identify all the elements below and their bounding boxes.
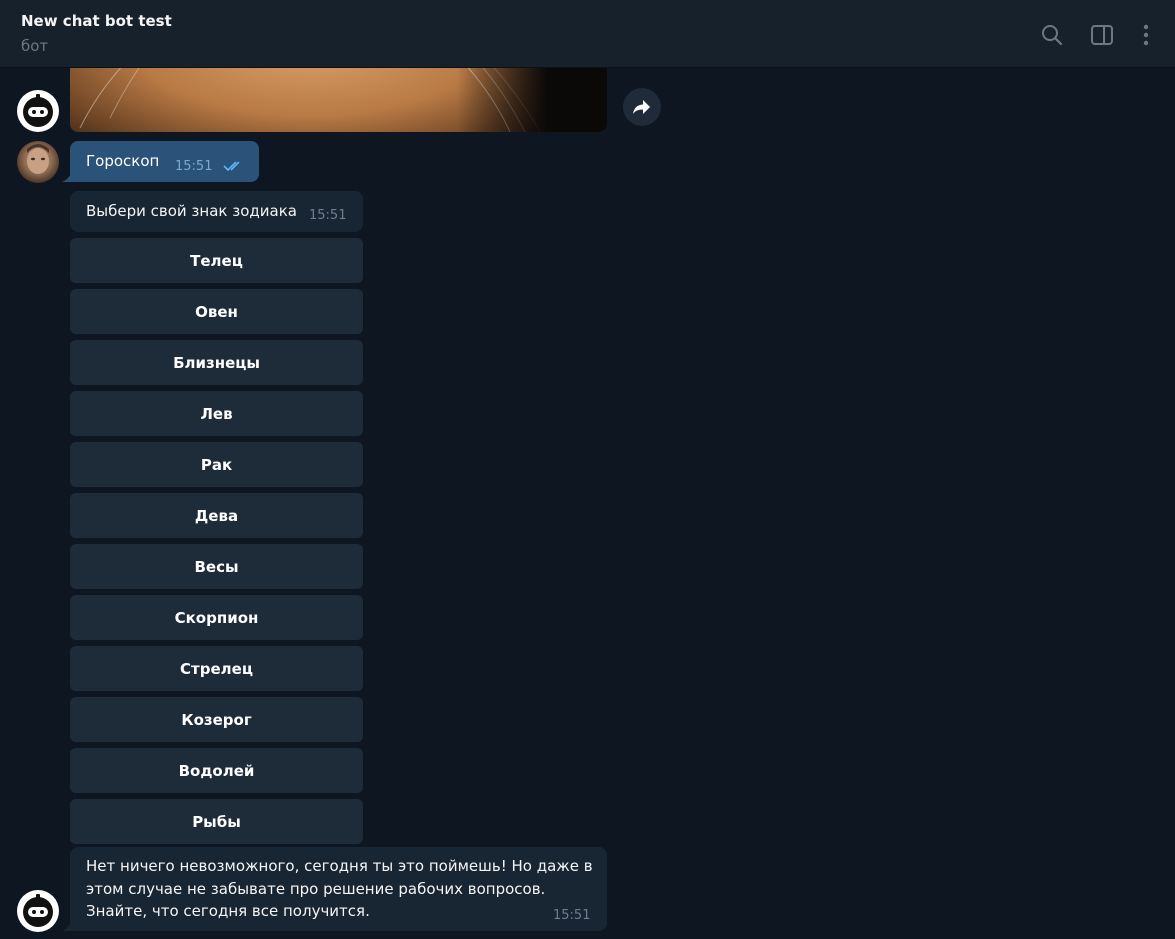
zodiac-button-taurus[interactable]: Телец [70,238,363,283]
chat-status: бот [21,37,49,55]
sidebar-toggle-icon[interactable] [1089,22,1115,48]
zodiac-button-pisces[interactable]: Рыбы [70,799,363,844]
zodiac-button-leo[interactable]: Лев [70,391,363,436]
more-vertical-icon[interactable] [1133,22,1159,48]
zodiac-button-aries[interactable]: Овен [70,289,363,334]
chat-messages[interactable]: Гороскоп 15:51 Выбери свой знак зодиака … [0,68,1175,939]
reply-line-1: Нет ничего невозможного, сегодня ты это … [86,857,593,875]
zodiac-button-gemini[interactable]: Близнецы [70,340,363,385]
reply-line-3: Знайте, что сегодня все получится. [86,902,370,920]
message-time: 15:51 [309,208,347,223]
zodiac-button-virgo[interactable]: Дева [70,493,363,538]
outgoing-message[interactable]: Гороскоп 15:51 [62,141,259,182]
zodiac-button-libra[interactable]: Весы [70,544,363,589]
double-check-icon [223,161,240,172]
message-time: 15:51 [175,159,213,174]
cat-photo[interactable] [70,68,607,132]
incoming-message-prompt[interactable]: Выбери свой знак зодиака 15:51 [70,191,363,232]
message-text: Выбери свой знак зодиака [86,202,297,220]
zodiac-button-sagittarius[interactable]: Стрелец [70,646,363,691]
zodiac-button-cancer[interactable]: Рак [70,442,363,487]
message-time: 15:51 [553,908,591,923]
user-avatar[interactable] [17,141,59,183]
search-icon[interactable] [1039,22,1065,48]
chat-title[interactable]: New chat bot test [21,12,172,30]
zodiac-button-capricorn[interactable]: Козерог [70,697,363,742]
zodiac-button-scorpio[interactable]: Скорпион [70,595,363,640]
zodiac-button-aquarius[interactable]: Водолей [70,748,363,793]
chat-header: New chat bot test бот [0,0,1175,68]
forward-arrow-icon [633,100,650,114]
message-text: Гороскоп [86,152,160,170]
incoming-message-reply[interactable]: Нет ничего невозможного, сегодня ты это … [62,847,607,931]
bot-avatar[interactable] [17,90,59,132]
reply-line-2: этом случае не забывате про решение рабо… [86,880,546,898]
forward-button[interactable] [623,88,661,126]
bot-avatar[interactable] [17,890,59,932]
